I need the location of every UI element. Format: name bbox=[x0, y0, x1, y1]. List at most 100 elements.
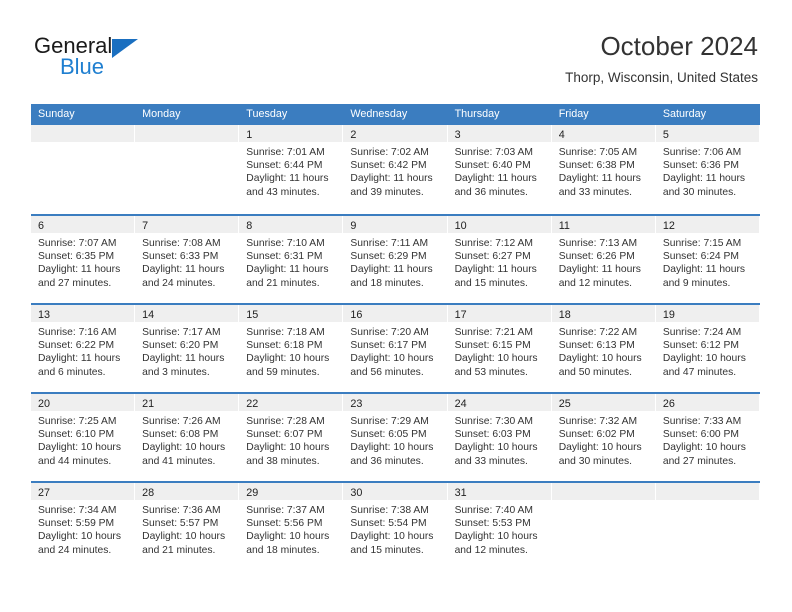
daylight-text-line1: Daylight: 11 hours bbox=[38, 264, 121, 276]
day-cell[interactable]: 24 Sunrise: 7:30 AM Sunset: 6:03 PM Dayligh… bbox=[447, 394, 552, 481]
day-details: Sunrise: 7:36 AM Sunset: 5:57 PM Daylight:… bbox=[135, 500, 238, 557]
day-cell[interactable]: 3 Sunrise: 7:03 AM Sunset: 6:40 PM Daylight… bbox=[447, 125, 552, 214]
daylight-text-line2: and 30 minutes. bbox=[662, 186, 737, 198]
sunset-text: Sunset: 6:08 PM bbox=[142, 429, 219, 441]
day-details: Sunrise: 7:01 AM Sunset: 6:44 PM Daylight:… bbox=[239, 142, 342, 199]
day-number-band: 13 bbox=[31, 305, 135, 322]
day-cell[interactable]: 11 Sunrise: 7:13 AM Sunset: 6:26 PM Dayligh… bbox=[551, 216, 656, 303]
day-cell[interactable]: 2 Sunrise: 7:02 AM Sunset: 6:42 PM Daylight… bbox=[343, 125, 448, 214]
sunset-text: Sunset: 6:03 PM bbox=[454, 429, 531, 441]
day-number: 22 bbox=[246, 398, 259, 410]
sunrise-text: Sunrise: 7:30 AM bbox=[454, 416, 533, 427]
day-cell[interactable]: 17 Sunrise: 7:21 AM Sunset: 6:15 PM Dayligh… bbox=[447, 305, 552, 392]
page-title: October 2024 bbox=[600, 31, 758, 61]
daylight-text-line2: and 27 minutes. bbox=[38, 277, 112, 289]
daylight-text-line1: Daylight: 11 hours bbox=[662, 173, 746, 185]
day-cell[interactable]: 8 Sunrise: 7:10 AM Sunset: 6:31 PM Daylight… bbox=[239, 216, 344, 303]
day-number-band: 6 bbox=[31, 216, 135, 233]
weekday-header-row: Sunday Monday Tuesday Wednesday Thursday Frid… bbox=[31, 104, 760, 125]
day-details: Sunrise: 7:38 AM Sunset: 5:54 PM Daylight:… bbox=[343, 500, 446, 557]
sunset-text: Sunset: 6:20 PM bbox=[142, 340, 219, 352]
weekday-header-tuesday: Tuesday bbox=[246, 108, 288, 120]
day-cell[interactable]: 19 Sunrise: 7:24 AM Sunset: 6:12 PM Dayligh… bbox=[655, 305, 760, 392]
day-number-band bbox=[551, 483, 655, 500]
day-cell[interactable]: 31 Sunrise: 7:40 AM Sunset: 5:53 PM Dayligh… bbox=[447, 483, 552, 570]
daylight-text-line2: and 38 minutes. bbox=[246, 455, 320, 467]
day-cell[interactable]: 13 Sunrise: 7:16 AM Sunset: 6:22 PM Dayligh… bbox=[31, 305, 136, 392]
sunset-text: Sunset: 6:24 PM bbox=[662, 251, 739, 263]
sunrise-text: Sunrise: 7:18 AM bbox=[246, 327, 325, 338]
day-cell[interactable]: 30 Sunrise: 7:38 AM Sunset: 5:54 PM Dayligh… bbox=[343, 483, 448, 570]
daylight-text-line1: Daylight: 11 hours bbox=[662, 264, 746, 276]
day-cell[interactable]: 15 Sunrise: 7:18 AM Sunset: 6:18 PM Dayligh… bbox=[239, 305, 344, 392]
day-cell[interactable]: 6 Sunrise: 7:07 AM Sunset: 6:35 PM Daylight… bbox=[31, 216, 136, 303]
sunset-text: Sunset: 6:27 PM bbox=[454, 251, 531, 263]
sunrise-text: Sunrise: 7:40 AM bbox=[454, 505, 533, 516]
day-number: 11 bbox=[558, 220, 570, 232]
week-row: 20 Sunrise: 7:25 AM Sunset: 6:10 PM Dayligh… bbox=[31, 392, 760, 481]
day-number: 24 bbox=[454, 398, 467, 410]
day-cell[interactable]: 20 Sunrise: 7:25 AM Sunset: 6:10 PM Dayligh… bbox=[31, 394, 136, 481]
daylight-text-line1: Daylight: 10 hours bbox=[38, 442, 121, 454]
sunset-text: Sunset: 6:22 PM bbox=[38, 340, 115, 352]
day-number: 2 bbox=[350, 129, 357, 141]
daylight-text-line1: Daylight: 10 hours bbox=[662, 442, 746, 454]
day-number: 10 bbox=[454, 220, 467, 232]
day-cell-empty bbox=[31, 125, 136, 214]
daylight-text-line2: and 27 minutes. bbox=[662, 455, 737, 467]
day-cell[interactable]: 21 Sunrise: 7:26 AM Sunset: 6:08 PM Dayligh… bbox=[135, 394, 240, 481]
day-cell[interactable]: 12 Sunrise: 7:15 AM Sunset: 6:24 PM Dayligh… bbox=[655, 216, 760, 303]
day-number: 3 bbox=[454, 129, 461, 141]
day-cell[interactable]: 7 Sunrise: 7:08 AM Sunset: 6:33 PM Daylight… bbox=[135, 216, 240, 303]
day-cell[interactable]: 10 Sunrise: 7:12 AM Sunset: 6:27 PM Dayligh… bbox=[447, 216, 552, 303]
day-cell[interactable]: 5 Sunrise: 7:06 AM Sunset: 6:36 PM Daylight… bbox=[655, 125, 760, 214]
day-number-band: 8 bbox=[239, 216, 343, 233]
day-number: 31 bbox=[454, 487, 467, 499]
sunset-text: Sunset: 6:10 PM bbox=[38, 429, 115, 441]
day-cell[interactable]: 1 Sunrise: 7:01 AM Sunset: 6:44 PM Daylight… bbox=[239, 125, 344, 214]
day-cell[interactable]: 22 Sunrise: 7:28 AM Sunset: 6:07 PM Dayligh… bbox=[239, 394, 344, 481]
day-number-band: 18 bbox=[551, 305, 655, 322]
day-number-band: 19 bbox=[655, 305, 759, 322]
day-details: Sunrise: 7:15 AM Sunset: 6:24 PM Daylight:… bbox=[656, 233, 759, 290]
day-cell[interactable]: 14 Sunrise: 7:17 AM Sunset: 6:20 PM Dayligh… bbox=[135, 305, 240, 392]
daylight-text-line2: and 43 minutes. bbox=[246, 186, 320, 198]
day-number-band: 31 bbox=[447, 483, 551, 500]
daylight-text-line1: Daylight: 11 hours bbox=[142, 264, 225, 276]
day-cell[interactable]: 25 Sunrise: 7:32 AM Sunset: 6:02 PM Dayligh… bbox=[551, 394, 656, 481]
sunset-text: Sunset: 5:54 PM bbox=[350, 518, 427, 530]
day-number-band: 15 bbox=[239, 305, 343, 322]
sunrise-text: Sunrise: 7:11 AM bbox=[350, 238, 429, 249]
day-details: Sunrise: 7:18 AM Sunset: 6:18 PM Daylight:… bbox=[239, 322, 342, 379]
day-cell[interactable]: 29 Sunrise: 7:37 AM Sunset: 5:56 PM Dayligh… bbox=[239, 483, 344, 570]
day-cell[interactable]: 27 Sunrise: 7:34 AM Sunset: 5:59 PM Dayligh… bbox=[31, 483, 136, 570]
daylight-text-line1: Daylight: 10 hours bbox=[662, 353, 746, 365]
sunrise-text: Sunrise: 7:37 AM bbox=[246, 505, 325, 516]
day-number-band: 20 bbox=[31, 394, 135, 411]
day-details: Sunrise: 7:22 AM Sunset: 6:13 PM Daylight:… bbox=[552, 322, 655, 379]
daylight-text-line2: and 18 minutes. bbox=[246, 544, 320, 556]
day-cell[interactable]: 28 Sunrise: 7:36 AM Sunset: 5:57 PM Dayligh… bbox=[135, 483, 240, 570]
day-cell[interactable]: 16 Sunrise: 7:20 AM Sunset: 6:17 PM Dayligh… bbox=[343, 305, 448, 392]
sunrise-text: Sunrise: 7:21 AM bbox=[454, 327, 533, 338]
calendar-weeks: 1 Sunrise: 7:01 AM Sunset: 6:44 PM Daylight… bbox=[31, 125, 760, 570]
day-cell[interactable]: 9 Sunrise: 7:11 AM Sunset: 6:29 PM Daylight… bbox=[343, 216, 448, 303]
sunset-text: Sunset: 6:44 PM bbox=[246, 160, 323, 172]
daylight-text-line1: Daylight: 11 hours bbox=[558, 264, 641, 276]
day-cell[interactable]: 4 Sunrise: 7:05 AM Sunset: 6:38 PM Daylight… bbox=[551, 125, 656, 214]
generalblue-logo[interactable]: General Blue bbox=[34, 34, 174, 82]
daylight-text-line2: and 33 minutes. bbox=[558, 186, 632, 198]
daylight-text-line1: Daylight: 11 hours bbox=[558, 173, 641, 185]
day-details: Sunrise: 7:08 AM Sunset: 6:33 PM Daylight:… bbox=[135, 233, 238, 290]
day-number: 15 bbox=[246, 309, 259, 321]
page-subtitle: Thorp, Wisconsin, United States bbox=[565, 70, 758, 85]
day-cell[interactable]: 23 Sunrise: 7:29 AM Sunset: 6:05 PM Dayligh… bbox=[343, 394, 448, 481]
week-row: 27 Sunrise: 7:34 AM Sunset: 5:59 PM Dayligh… bbox=[31, 481, 760, 570]
day-cell[interactable]: 26 Sunrise: 7:33 AM Sunset: 6:00 PM Dayligh… bbox=[655, 394, 760, 481]
day-details: Sunrise: 7:37 AM Sunset: 5:56 PM Daylight:… bbox=[239, 500, 342, 557]
day-number: 7 bbox=[142, 220, 149, 232]
day-number: 9 bbox=[350, 220, 357, 232]
sunrise-text: Sunrise: 7:06 AM bbox=[662, 147, 742, 158]
day-cell[interactable]: 18 Sunrise: 7:22 AM Sunset: 6:13 PM Dayligh… bbox=[551, 305, 656, 392]
day-details: Sunrise: 7:16 AM Sunset: 6:22 PM Daylight:… bbox=[31, 322, 134, 379]
